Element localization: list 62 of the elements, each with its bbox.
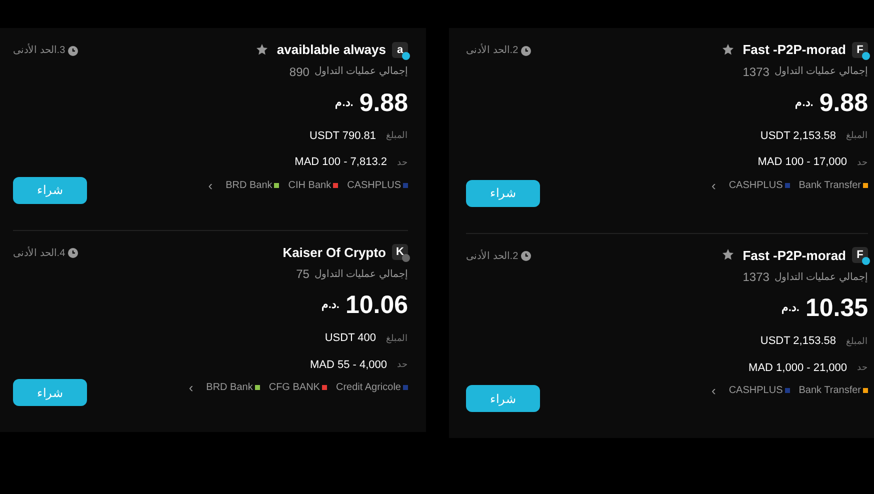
avatar: a xyxy=(392,42,408,58)
min-limit-text: 2.الحد الأدنى xyxy=(466,43,518,58)
trades-count: 890 xyxy=(289,64,310,80)
price: 10.35 xyxy=(805,296,868,321)
clock-icon xyxy=(521,251,532,261)
price: 9.88 xyxy=(819,90,868,116)
currency-label: د.م. xyxy=(781,301,800,316)
amount-value: USDT 2,153.58 xyxy=(760,128,836,144)
trader-name[interactable]: Kaiser Of Crypto xyxy=(282,242,386,262)
clock-icon xyxy=(521,46,532,56)
clock-icon xyxy=(68,248,78,258)
trades-count: 1373 xyxy=(742,64,770,80)
trades-label: إجمالي عمليات التداول xyxy=(314,65,408,79)
min-limit-text: 4.الحد الأدنى xyxy=(13,246,66,260)
avatar: F xyxy=(852,247,868,264)
payment-method: CASHPLUS xyxy=(728,178,783,192)
limit-label: حد xyxy=(397,156,408,168)
trades-label: إجمالي عمليات التداول xyxy=(774,65,868,79)
trader-name[interactable]: avaiblable always xyxy=(276,40,386,60)
limit-value: MAD 1,000 - 21,000 xyxy=(748,360,847,376)
payment-method: Bank Transfer xyxy=(798,384,861,398)
trades-count: 75 xyxy=(296,266,310,283)
trades-label: إجمالي عمليات التداول xyxy=(314,268,408,282)
limit-label: حد xyxy=(857,361,868,374)
payment-method: BRD Bank xyxy=(206,381,253,395)
trades-label: إجمالي عمليات التداول xyxy=(774,270,868,284)
limit-value: MAD 100 - 7,813.2 xyxy=(294,155,387,170)
clock-icon xyxy=(68,46,78,56)
min-limit-text: 2.الحد الأدنى xyxy=(466,248,518,264)
limit-label: حد xyxy=(397,358,408,371)
currency-label: د.م. xyxy=(335,96,354,111)
avatar: K xyxy=(392,244,408,260)
payment-method: BRD Bank xyxy=(226,178,272,192)
payment-method: Credit Agricole xyxy=(336,381,401,395)
payment-method: CASHPLUS xyxy=(347,178,401,192)
payment-method: CIH Bank xyxy=(288,178,332,192)
payment-method: Bank Transfer xyxy=(798,178,861,192)
amount-value: USDT 400 xyxy=(324,331,376,346)
price: 10.06 xyxy=(345,293,408,318)
currency-label: د.م. xyxy=(795,96,814,111)
trader-name[interactable]: Fast -P2P-morad xyxy=(742,40,846,60)
amount-label: المبلغ xyxy=(386,332,408,345)
payment-method: CASHPLUS xyxy=(728,384,783,398)
amount-label: المبلغ xyxy=(846,129,868,142)
more-methods-chevron[interactable]: ‹ xyxy=(208,178,213,192)
currency-label: د.م. xyxy=(321,298,340,314)
avatar: F xyxy=(852,42,868,58)
limit-value: MAD 55 - 4,000 xyxy=(310,358,387,372)
amount-label: المبلغ xyxy=(846,334,868,348)
trader-name[interactable]: Fast -P2P-morad xyxy=(742,246,846,265)
more-methods-chevron[interactable]: ‹ xyxy=(711,384,716,397)
amount-value: USDT 2,153.58 xyxy=(760,334,836,349)
payment-method: CFG BANK xyxy=(268,381,320,395)
limit-label: حد xyxy=(857,156,868,168)
more-methods-chevron[interactable]: ‹ xyxy=(188,381,194,394)
price: 9.88 xyxy=(359,90,408,116)
amount-label: المبلغ xyxy=(386,129,408,142)
more-methods-chevron[interactable]: ‹ xyxy=(711,178,716,192)
min-limit-text: 3.الحد الأدنى xyxy=(13,43,66,58)
trades-count: 1373 xyxy=(742,269,770,286)
amount-value: USDT 790.81 xyxy=(310,128,376,144)
limit-value: MAD 100 - 17,000 xyxy=(758,155,847,170)
